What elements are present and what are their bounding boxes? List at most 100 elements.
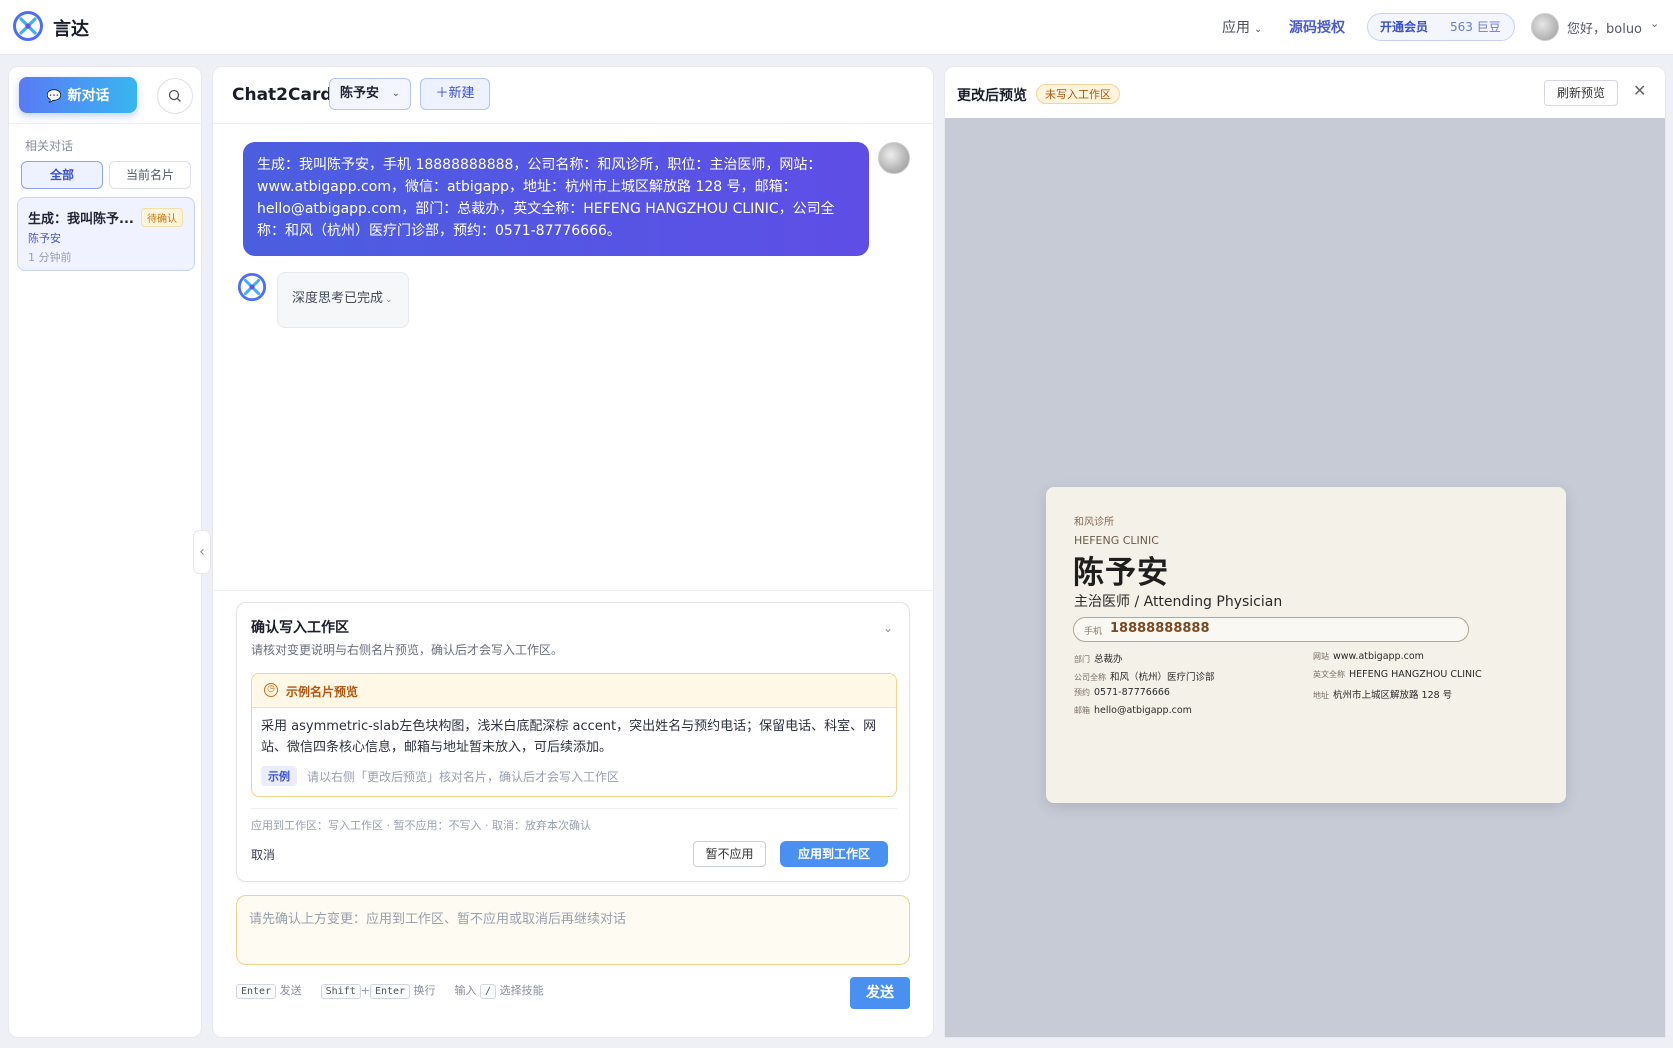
web-value: www.atbigapp.com <box>1333 651 1424 662</box>
bean-balance: 563 巨豆 <box>1450 20 1501 34</box>
search-button[interactable] <box>157 78 193 114</box>
thinking-status[interactable]: 深度思考已完成 ⌄ <box>277 272 409 328</box>
user-greeting[interactable]: 您好，boluo <box>1567 18 1642 37</box>
collapse-sidebar-handle[interactable]: ‹ <box>193 530 211 574</box>
kbd-enter: Enter <box>369 984 411 999</box>
action-legend: 应用到工作区：写入工作区 · 暂不应用：不写入 · 取消：放弃本次确认 <box>251 819 591 832</box>
nav-source-license[interactable]: 源码授权 <box>1289 17 1345 37</box>
conversation-person: 陈予安 <box>28 232 61 245</box>
example-header: ◷ 示例名片预览 <box>252 674 896 708</box>
kbd-enter: Enter <box>236 984 277 999</box>
hint-newline: 换行 <box>413 984 436 997</box>
brand-name: 言达 <box>53 19 89 40</box>
conversation-title: 生成：我叫陈予... <box>28 212 134 227</box>
message-input[interactable]: 请先确认上方变更：应用到工作区、暂不应用或取消后再继续对话 <box>236 895 910 965</box>
status-badge: 未写入工作区 <box>1036 84 1120 104</box>
input-placeholder: 请先确认上方变更：应用到工作区、暂不应用或取消后再继续对话 <box>249 912 627 927</box>
chat-title: Chat2Card <box>232 85 333 105</box>
card-email: 邮箱 hello@atbigapp.com <box>1074 705 1192 716</box>
refresh-preview-button[interactable]: 刷新预览 <box>1544 80 1618 106</box>
addr-key: 地址 <box>1313 691 1329 700</box>
card-job-title: 主治医师 / Attending Physician <box>1074 594 1283 610</box>
thinking-label: 深度思考已完成 <box>292 291 384 306</box>
example-hint: 请以右侧「更改后预览」核对名片，确认后才会写入工作区 <box>307 770 620 784</box>
preview-title: 更改后预览 <box>957 88 1027 104</box>
divider <box>9 123 203 124</box>
hint-send: 发送 <box>279 984 302 997</box>
filter-all-tab[interactable]: 全部 <box>21 161 103 189</box>
card-org: 和风诊所 <box>1074 517 1114 528</box>
nav-apps-label: 应用 <box>1222 20 1250 36</box>
new-card-label: 新建 <box>448 86 475 101</box>
preview-panel: 更改后预览 未写入工作区 刷新预览 ✕ 和风诊所 HEFENG CLINIC 陈… <box>944 66 1666 1038</box>
card-en-fullname: 英文全称 HEFENG HANGZHOU CLINIC <box>1313 669 1482 680</box>
card-org-en: HEFENG CLINIC <box>1074 534 1159 547</box>
assistant-logo-icon <box>237 272 267 302</box>
card-address: 地址 杭州市上城区解放路 128 号 <box>1313 687 1452 701</box>
email-key: 邮箱 <box>1074 706 1090 715</box>
section-heading: 相关对话 <box>25 139 74 153</box>
conversation-item[interactable]: 生成：我叫陈予... 待确认 陈予安 1 分钟前 <box>17 197 195 271</box>
logo-icon[interactable] <box>12 10 44 42</box>
card-website: 网站 www.atbigapp.com <box>1313 651 1424 662</box>
new-chat-button[interactable]: 💬 新对话 <box>19 77 137 113</box>
close-icon[interactable]: ✕ <box>1633 81 1646 100</box>
chevron-down-icon: ⌄ <box>391 88 400 99</box>
card-name: 陈予安 <box>1073 555 1169 591</box>
user-avatar[interactable] <box>1531 13 1559 41</box>
dept-value: 总裁办 <box>1094 654 1123 665</box>
chevron-down-icon: ⌄ <box>385 295 393 305</box>
booking-key: 预约 <box>1074 688 1090 697</box>
apply-to-workspace-button[interactable]: 应用到工作区 <box>780 841 888 867</box>
send-button[interactable]: 发送 <box>850 977 910 1009</box>
preview-canvas: 和风诊所 HEFENG CLINIC 陈予安 主治医师 / Attending … <box>945 118 1665 1037</box>
example-title: 示例名片预览 <box>286 685 359 699</box>
search-icon <box>168 89 181 102</box>
confirm-title: 确认写入工作区 <box>251 620 349 636</box>
example-preview-box: ◷ 示例名片预览 采用 asymmetric-slab左色块构图，浅米白底配深棕… <box>251 673 897 797</box>
conversation-time: 1 分钟前 <box>28 251 72 264</box>
confirm-description: 请核对变更说明与右侧名片预览，确认后才会写入工作区。 <box>251 643 564 657</box>
person-select-value: 陈予安 <box>340 86 380 101</box>
email-value: hello@atbigapp.com <box>1094 705 1192 716</box>
filter-current-card-tab[interactable]: 当前名片 <box>109 161 191 189</box>
phone-value: 18888888888 <box>1110 621 1210 636</box>
fullname-key: 公司全称 <box>1074 673 1106 682</box>
example-tag: 示例 <box>261 766 297 786</box>
skip-apply-button[interactable]: 暂不应用 <box>693 841 766 867</box>
membership-pill[interactable]: 开通会员 563 巨豆 <box>1367 13 1515 41</box>
kbd-slash: / <box>480 984 497 999</box>
business-card: 和风诊所 HEFENG CLINIC 陈予安 主治医师 / Attending … <box>1046 487 1566 803</box>
en-full-value: HEFENG HANGZHOU CLINIC <box>1349 669 1482 680</box>
cancel-button[interactable]: 取消 <box>251 846 275 863</box>
person-select[interactable]: 陈予安 ⌄ <box>329 78 411 110</box>
chevron-down-icon: ⌄ <box>1254 24 1263 35</box>
chevron-left-icon: ‹ <box>199 544 205 560</box>
nav-apps-menu[interactable]: 应用 ⌄ <box>1222 17 1262 37</box>
card-fullname: 公司全称 和风（杭州）医疗门诊部 <box>1074 669 1215 683</box>
dept-key: 部门 <box>1074 655 1090 664</box>
divider <box>213 123 935 124</box>
hint-skill: 选择技能 <box>499 984 544 997</box>
fullname-value: 和风（杭州）医疗门诊部 <box>1110 672 1215 683</box>
card-phone: 手机 18888888888 <box>1073 617 1469 642</box>
card-booking: 预约 0571-87776666 <box>1074 687 1170 698</box>
en-full-key: 英文全称 <box>1313 670 1345 679</box>
keyboard-hints: Enter 发送 Shift + Enter 换行 输入 / 选择技能 <box>236 982 544 999</box>
hint-plus: + <box>360 984 370 997</box>
kbd-shift: Shift <box>320 984 361 999</box>
chevron-down-icon[interactable]: ⌄ <box>1650 17 1659 30</box>
phone-label: 手机 <box>1084 627 1103 637</box>
user-message-avatar <box>878 142 910 174</box>
member-label: 开通会员 <box>1380 20 1429 34</box>
chevron-down-icon[interactable]: ⌄ <box>883 621 893 635</box>
conversation-sidebar: 💬 新对话 相关对话 全部 当前名片 生成：我叫陈予... 待确认 陈予安 1 分… <box>8 66 203 1038</box>
clock-icon: ◷ <box>264 683 278 697</box>
plus-icon: ＋ <box>435 86 449 101</box>
top-nav: 言达 应用 ⌄ 源码授权 开通会员 563 巨豆 您好，boluo ⌄ <box>0 0 1673 55</box>
example-body: 采用 asymmetric-slab左色块构图，浅米白底配深棕 accent，突… <box>261 719 877 755</box>
new-card-button[interactable]: ＋新建 <box>420 78 490 110</box>
new-chat-label: 新对话 <box>67 88 110 104</box>
booking-value: 0571-87776666 <box>1094 687 1170 698</box>
hint-type: 输入 <box>454 984 477 997</box>
